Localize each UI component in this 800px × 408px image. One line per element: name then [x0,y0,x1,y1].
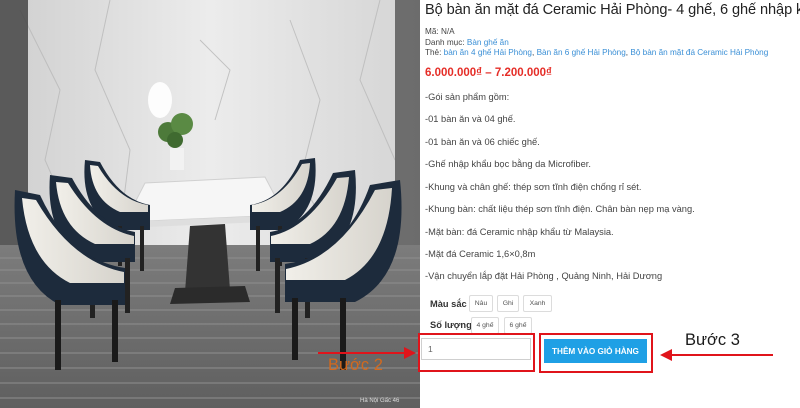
step3-arrow-icon [660,349,773,361]
step3-label: Bước 3 [685,331,740,349]
step2-label: Bước 2 [328,356,383,374]
annotation-arrows [318,347,773,361]
